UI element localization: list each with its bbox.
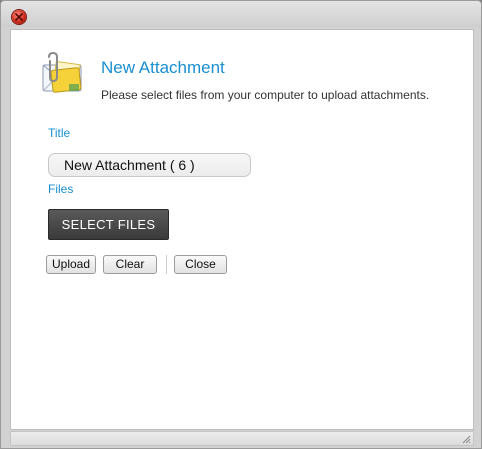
select-files-button[interactable]: SELECT FILES — [48, 209, 169, 240]
dialog-instruction: Please select files from your computer t… — [101, 88, 430, 102]
title-input[interactable] — [48, 153, 251, 177]
clear-button[interactable]: Clear — [103, 255, 157, 274]
resize-grip-icon[interactable] — [461, 434, 471, 444]
title-label: Title — [48, 126, 71, 140]
close-icon — [15, 13, 23, 21]
attachment-envelope-icon — [42, 51, 82, 93]
files-label: Files — [48, 182, 74, 196]
dialog-statusbar — [10, 431, 474, 446]
attachment-dialog: New Attachment Please select files from … — [0, 0, 482, 449]
close-button[interactable]: Close — [174, 255, 227, 274]
window-close-button[interactable] — [12, 10, 26, 24]
upload-button[interactable]: Upload — [46, 255, 96, 274]
dialog-titlebar[interactable] — [1, 1, 481, 27]
dialog-heading: New Attachment — [101, 58, 225, 77]
button-divider — [166, 255, 167, 274]
dialog-body: New Attachment Please select files from … — [10, 29, 474, 430]
